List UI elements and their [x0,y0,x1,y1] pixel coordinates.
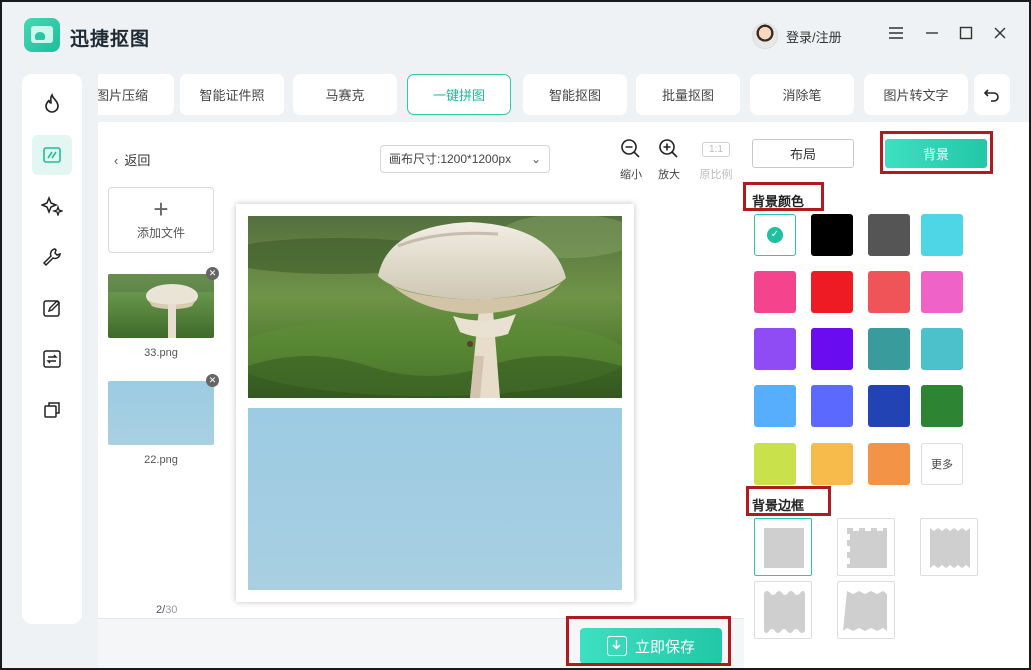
tab-image-to-text[interactable]: 图片转文字 [864,74,968,115]
color-swatch[interactable] [868,443,910,485]
app-window: 迅捷抠图 登录/注册 图片压缩 智能证件照 马赛克 一键拼图 智能抠图 批量抠图… [2,2,1029,668]
convert-icon[interactable] [32,339,72,379]
border-style-zigzag[interactable] [920,518,978,576]
border-style-wavy[interactable] [754,581,812,639]
layers-icon[interactable] [32,390,72,430]
add-file-button[interactable]: + 添加文件 [108,187,214,253]
color-swatch[interactable] [811,443,853,485]
app-title: 迅捷抠图 [70,29,151,50]
save-now-button[interactable]: 立即保存 [580,628,722,664]
back-label: 返回 [124,153,151,168]
canvas-size-value: 画布尺寸:1200*1200px [389,152,512,166]
left-sidebar [22,74,82,624]
bg-border-title: 背景边框 [752,498,805,513]
zoom-in-button[interactable]: 放大 [651,138,687,182]
tab-id-photo[interactable]: 智能证件照 [180,74,284,115]
maximize-icon[interactable] [956,26,976,46]
wrench-icon[interactable] [32,237,72,277]
collage-cell-mushroom[interactable] [248,216,622,398]
avatar [752,23,778,49]
file-thumbnail[interactable] [108,381,214,445]
collage-cell-sky[interactable] [248,408,622,590]
user-login[interactable]: 登录/注册 [752,22,842,50]
tab-smart-cutout[interactable]: 智能抠图 [523,74,627,115]
close-icon[interactable] [990,26,1010,46]
color-swatch[interactable] [811,214,853,256]
chevron-down-icon: ⌄ [530,152,541,166]
feature-tabs: 图片压缩 智能证件照 马赛克 一键拼图 智能抠图 批量抠图 消除笔 图片转文字 [98,74,968,116]
zoom-out-label: 缩小 [620,169,642,181]
color-swatch[interactable] [868,271,910,313]
color-swatch[interactable] [754,271,796,313]
zoom-out-button[interactable]: 缩小 [613,138,649,182]
tab-batch-cutout[interactable]: 批量抠图 [636,74,740,115]
color-swatch[interactable] [811,385,853,427]
add-file-label: 添加文件 [136,226,185,240]
mushroom-thumbnail [108,274,214,338]
tab-collage[interactable]: 一键拼图 [407,74,511,115]
remove-file-icon[interactable]: ✕ [206,374,219,387]
original-ratio-button[interactable]: 1:1 原比例 [698,138,734,182]
settings-panel: 布局 背景 背景颜色 ✓ 更多 背景边框 [744,122,1029,668]
original-ratio-label: 原比例 [699,169,733,181]
color-swatch[interactable] [868,385,910,427]
more-colors-button[interactable]: 更多 [921,443,963,485]
file-name: 22.png [144,454,178,466]
plus-icon: + [153,194,169,224]
tab-background[interactable]: 背景 [885,139,987,168]
canvas-size-select[interactable]: 画布尺寸:1200*1200px ⌄ [380,145,550,173]
color-swatch[interactable] [921,271,963,313]
zoom-out-icon [621,139,640,158]
workspace: ‹ 返回 画布尺寸:1200*1200px ⌄ 缩小 放大 1:1 原比例 + 添… [98,122,744,668]
color-swatch[interactable] [921,385,963,427]
tab-image-compress[interactable]: 图片压缩 [98,74,174,115]
file-thumbnail[interactable] [108,274,214,338]
app-logo [24,18,60,52]
edit-icon[interactable] [32,288,72,328]
mushroom-photo [248,216,622,398]
color-swatch[interactable] [811,328,853,370]
undo-icon [983,88,999,102]
border-style-notched[interactable] [837,518,895,576]
file-name: 33.png [144,347,178,359]
color-swatch[interactable]: ✓ [754,214,796,256]
color-swatch[interactable] [921,214,963,256]
ratio-box: 1:1 [702,141,730,157]
chevron-left-icon: ‹ [114,153,119,168]
color-swatch[interactable] [754,443,796,485]
title-bar: 迅捷抠图 登录/注册 [2,2,1029,70]
crop-icon[interactable] [32,135,72,175]
check-icon: ✓ [767,227,783,243]
color-swatch[interactable] [754,385,796,427]
tab-mosaic[interactable]: 马赛克 [293,74,397,115]
color-swatch[interactable] [754,328,796,370]
login-link[interactable]: 登录/注册 [786,27,842,46]
zoom-in-label: 放大 [658,169,680,181]
page-current: 2/ [156,604,166,616]
remove-file-icon[interactable]: ✕ [206,267,219,280]
color-swatch[interactable] [811,271,853,313]
undo-button[interactable] [974,74,1010,115]
color-swatch[interactable] [868,214,910,256]
back-button[interactable]: ‹ 返回 [114,150,150,169]
fire-icon[interactable] [32,84,72,124]
sparkle-icon[interactable] [32,186,72,226]
border-style-plain[interactable] [754,518,812,576]
page-indicator: 2/30 [156,604,177,616]
collage-canvas[interactable] [236,204,634,602]
tab-layout[interactable]: 布局 [752,139,854,168]
download-icon [606,636,627,656]
color-swatch[interactable] [868,328,910,370]
border-style-stamp[interactable] [837,581,895,639]
zoom-in-icon [659,139,678,158]
page-total: 30 [165,604,178,616]
save-now-label: 立即保存 [634,638,695,656]
menu-icon[interactable] [886,26,906,46]
color-swatch[interactable] [921,328,963,370]
bg-color-title: 背景颜色 [752,194,805,209]
minimize-icon[interactable] [922,26,942,46]
tab-eraser[interactable]: 消除笔 [750,74,854,115]
